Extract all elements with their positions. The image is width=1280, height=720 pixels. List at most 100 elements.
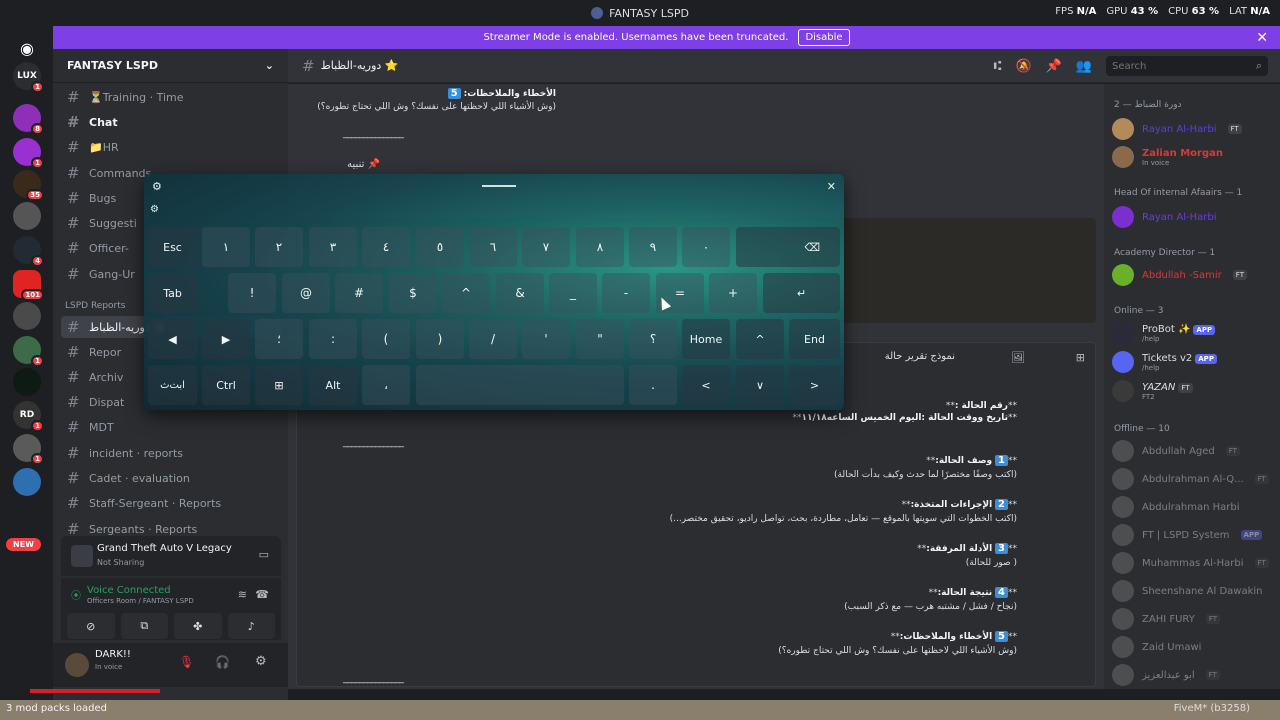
member-item[interactable]: Sheenshane Al Dawakin (1112, 580, 1263, 602)
key[interactable]: ٥ (416, 227, 464, 267)
member-item[interactable]: Abdulrahman Harbi (1112, 496, 1240, 518)
member-item[interactable]: ProBot ✨ APP/help (1112, 322, 1216, 344)
key[interactable]: + (709, 273, 757, 313)
channel-item[interactable]: # Chat (67, 111, 118, 133)
channel-item[interactable]: # Dispat (67, 391, 124, 413)
key[interactable]: ٧ (522, 227, 570, 267)
server-header[interactable]: FANTASY LSPD ⌄ (53, 49, 288, 83)
server-icon[interactable]: 1 (13, 138, 44, 169)
notification-off-icon[interactable]: 🔕 (1015, 59, 1031, 74)
server-icon[interactable] (13, 302, 41, 330)
member-item[interactable]: FT | LSPD System APP (1112, 524, 1263, 546)
key[interactable]: ، (362, 365, 410, 405)
key[interactable]: . (629, 365, 677, 405)
key-esc[interactable]: Esc (148, 227, 197, 267)
member-item[interactable]: ZAHI FURY FT (1112, 608, 1221, 630)
backspace-key[interactable]: ⌫ (736, 227, 840, 267)
key-right[interactable]: > (789, 365, 840, 405)
keyboard-titlebar[interactable]: ⚙ ✕ (144, 174, 844, 198)
key[interactable]: $ (389, 273, 437, 313)
voice-location[interactable]: Officers Room / FANTASY LSPD (87, 597, 194, 605)
key-left[interactable]: ◀ (148, 319, 197, 359)
key[interactable]: : (309, 319, 357, 359)
noise-suppression-icon[interactable]: ≋ (238, 588, 247, 601)
channel-item[interactable]: # MDT (67, 416, 114, 438)
threads-icon[interactable]: ⑆ (994, 59, 1002, 74)
key[interactable]: ' (522, 319, 570, 359)
channel-item[interactable]: # Suggesti (67, 212, 137, 234)
channel-item[interactable]: # Staff-Sergeant · Reports (67, 492, 221, 514)
key[interactable]: @ (282, 273, 330, 313)
apps-icon[interactable]: ⊞ (1076, 351, 1085, 364)
key[interactable]: ^ (442, 273, 490, 313)
channel-item[interactable]: # Commands (67, 162, 151, 184)
member-item[interactable]: Zaid Umawi (1112, 636, 1201, 658)
key[interactable]: ٦ (469, 227, 517, 267)
key[interactable]: & (496, 273, 544, 313)
mute-icon[interactable]: 🎙 (179, 655, 194, 669)
server-icon[interactable]: 35 (13, 170, 44, 201)
screen-share-icon[interactable]: ▭ (259, 548, 269, 561)
channel-item[interactable]: # incident · reports (67, 442, 183, 464)
key-up[interactable]: ^ (736, 319, 784, 359)
server-icon[interactable] (13, 468, 41, 496)
key-ctrl[interactable]: Ctrl (202, 365, 250, 405)
windows-icon[interactable]: ⊞ (255, 365, 303, 405)
enter-key[interactable]: ↵ (763, 273, 840, 313)
key-language[interactable]: ابت‌ث (148, 365, 197, 405)
member-item[interactable]: Tickets v2 APP/help (1112, 351, 1217, 373)
server-icon[interactable]: 101 (13, 270, 44, 301)
disconnect-icon[interactable]: ☎ (255, 588, 269, 601)
key[interactable]: ٠ (682, 227, 730, 267)
avatar[interactable] (65, 653, 89, 677)
channel-item[interactable]: # 📁HR (67, 136, 119, 158)
discord-icon[interactable]: ◉ (13, 34, 41, 62)
key[interactable]: ) (416, 319, 464, 359)
image-icon[interactable]: 🖼 (1011, 351, 1025, 364)
server-icon[interactable]: 1 (13, 434, 44, 465)
key[interactable]: ٢ (255, 227, 303, 267)
server-icon[interactable]: LUX 1 (13, 62, 44, 93)
key[interactable]: / (469, 319, 517, 359)
close-icon[interactable]: ✕ (1256, 30, 1268, 46)
key[interactable]: ٨ (576, 227, 624, 267)
settings-icon[interactable]: ⚙ (255, 654, 267, 669)
member-item[interactable]: Rayan Al-Harbi (1112, 206, 1217, 228)
member-item[interactable]: Abdulrahman Al-Q... FT (1112, 468, 1269, 490)
key-left[interactable]: < (682, 365, 730, 405)
key-right[interactable]: ▶ (202, 319, 250, 359)
members-icon[interactable]: 👥 (1076, 59, 1092, 74)
server-icon[interactable]: RD 1 (13, 401, 44, 432)
member-item[interactable]: Abdullah Aged FT (1112, 440, 1240, 462)
key-home[interactable]: Home (682, 319, 730, 359)
server-icon[interactable]: 4 (13, 236, 44, 267)
key[interactable]: - (602, 273, 650, 313)
keyboard-settings-icon[interactable]: ⚙ (150, 204, 159, 215)
category-lspd-reports[interactable]: LSPD Reports (65, 301, 125, 311)
close-icon[interactable]: ✕ (827, 180, 836, 193)
server-icon[interactable] (13, 202, 41, 230)
server-icon[interactable] (13, 368, 41, 396)
key[interactable]: ! (228, 273, 276, 313)
key[interactable]: ٤ (362, 227, 410, 267)
key[interactable]: ٩ (629, 227, 677, 267)
screen-share-button[interactable]: ⧉ (120, 613, 168, 639)
drag-handle[interactable] (482, 185, 517, 187)
channel-item[interactable]: # Bugs (67, 187, 116, 209)
spacebar[interactable] (416, 365, 624, 405)
key[interactable]: ١ (202, 227, 250, 267)
member-item[interactable]: Abdullah -Samir FT (1112, 264, 1247, 286)
server-icon[interactable]: 8 (13, 104, 44, 135)
settings-icon[interactable]: ⚙ (152, 180, 162, 193)
channel-item[interactable]: # Officer- (67, 237, 129, 259)
key[interactable]: # (335, 273, 383, 313)
pin-icon[interactable]: 📌 (1046, 59, 1062, 74)
disable-button[interactable]: Disable (798, 29, 850, 46)
channel-item[interactable]: # Repor (67, 341, 121, 363)
key-tab[interactable]: Tab (148, 273, 197, 313)
search-input[interactable] (1106, 56, 1268, 76)
camera-off-button[interactable]: ⊘ (67, 613, 115, 639)
key[interactable]: ؟ (629, 319, 677, 359)
key[interactable]: ؛ (255, 319, 303, 359)
channel-item[interactable]: # Cadet · evaluation (67, 467, 190, 489)
